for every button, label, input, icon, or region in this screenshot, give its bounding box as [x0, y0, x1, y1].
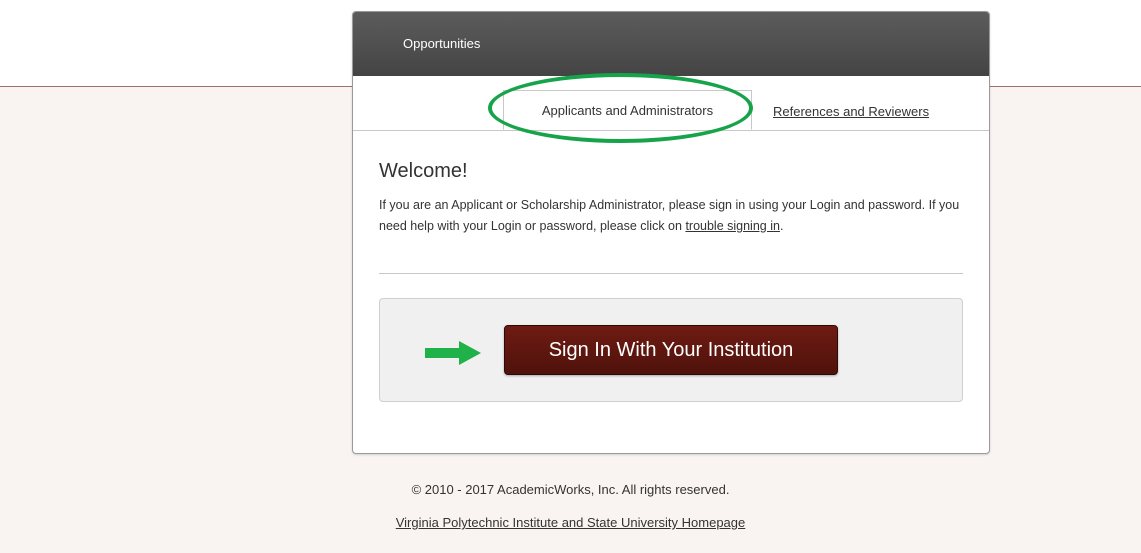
- welcome-text-end: .: [779, 219, 784, 233]
- signin-panel: Sign In With Your Institution: [379, 298, 963, 402]
- header-title: Opportunities: [403, 36, 481, 51]
- divider: [379, 273, 963, 274]
- trouble-signing-in-link[interactable]: trouble signing in: [685, 219, 780, 233]
- welcome-text-body: If you are an Applicant or Scholarship A…: [379, 198, 960, 233]
- tab-applicants-administrators[interactable]: Applicants and Administrators: [503, 90, 752, 130]
- tab-references-reviewers[interactable]: References and Reviewers: [773, 104, 929, 119]
- sign-in-button-label: Sign In With Your Institution: [548, 339, 794, 361]
- footer-homepage: Virginia Polytechnic Institute and State…: [0, 515, 1141, 530]
- login-card: Opportunities Applicants and Administrat…: [352, 11, 990, 454]
- card-header: Opportunities: [353, 12, 989, 76]
- tab-applicants-label: Applicants and Administrators: [541, 103, 714, 118]
- sign-in-institution-button[interactable]: Sign In With Your Institution: [504, 325, 838, 375]
- university-homepage-link[interactable]: Virginia Polytechnic Institute and State…: [396, 515, 746, 530]
- tab-bar: Applicants and Administrators References…: [353, 73, 989, 143]
- welcome-text: If you are an Applicant or Scholarship A…: [379, 195, 969, 237]
- right-arrow-icon: [425, 341, 481, 365]
- welcome-title: Welcome!: [379, 160, 468, 182]
- footer-copyright: © 2010 - 2017 AcademicWorks, Inc. All ri…: [411, 482, 730, 497]
